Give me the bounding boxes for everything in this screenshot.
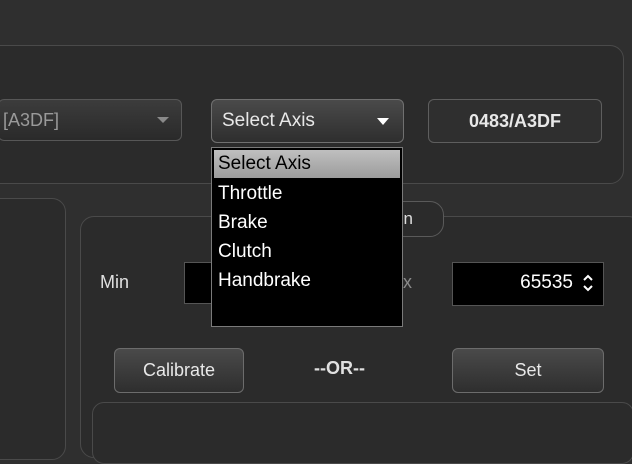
device-combo[interactable]: [A3DF] [0, 99, 182, 141]
max-label: x [403, 272, 412, 292]
inner-bottom-panel [92, 402, 632, 464]
min-input[interactable] [184, 262, 214, 304]
axis-dropdown-list[interactable]: Select Axis Throttle Brake Clutch Handbr… [211, 147, 403, 327]
min-label: Min [100, 272, 130, 292]
dropdown-option[interactable]: Handbrake [212, 266, 402, 295]
chevron-down-icon [377, 118, 389, 125]
device-id-badge: 0483/A3DF [428, 99, 602, 143]
dropdown-option[interactable]: Throttle [212, 179, 402, 208]
set-button[interactable]: Set [452, 348, 604, 393]
chevron-down-icon [157, 117, 169, 123]
dropdown-option[interactable]: Brake [212, 208, 402, 237]
max-input[interactable]: 65535 [452, 262, 604, 306]
dropdown-option[interactable]: Clutch [212, 237, 402, 266]
spin-arrows-icon[interactable] [583, 274, 593, 292]
device-combo-text: [A3DF] [3, 110, 60, 130]
axis-select-value: Select Axis [222, 110, 315, 131]
left-lower-panel [0, 198, 66, 460]
dropdown-option[interactable]: Select Axis [214, 150, 400, 178]
tab-pill-label: n [403, 209, 413, 228]
calibrate-button[interactable]: Calibrate [114, 348, 244, 393]
max-value: 65535 [520, 272, 573, 293]
axis-select-combo[interactable]: Select Axis [211, 99, 404, 143]
or-label: --OR-- [314, 358, 365, 378]
